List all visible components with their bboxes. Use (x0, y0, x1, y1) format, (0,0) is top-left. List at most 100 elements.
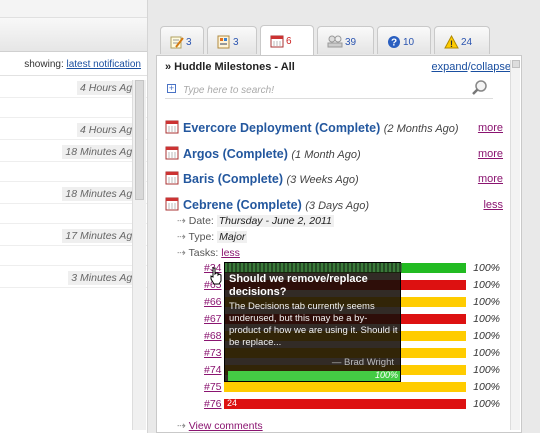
people-icon (327, 35, 343, 48)
task-link[interactable]: #66 (204, 296, 222, 308)
feed-row[interactable]: 18 Minutes Ago (0, 140, 147, 162)
panel-title: » Huddle Milestones - All (165, 61, 295, 73)
left-header (0, 18, 147, 52)
feed-row[interactable]: 3 Minutes Ago (0, 266, 147, 288)
arrow-icon: ⇢ (177, 420, 186, 432)
add-milestone-icon[interactable]: + (167, 84, 176, 93)
milestone-title[interactable]: Cebrene (Complete) (3 Days Ago) (183, 198, 369, 212)
tooltip-title: Should we remove/replace decisions? (229, 273, 368, 298)
less-link[interactable]: less (483, 199, 503, 211)
search-row: + (165, 79, 493, 99)
milestone-title[interactable]: Argos (Complete) (1 Month Ago) (183, 147, 361, 161)
feed-row[interactable]: 4 Hours Ago (0, 118, 147, 140)
panel-scroll-thumb[interactable] (512, 60, 520, 68)
milestone-ago: (2 Months Ago) (383, 123, 459, 135)
svg-text:?: ? (391, 38, 397, 49)
feed-row[interactable]: 4 Hours Ago (0, 76, 147, 98)
expand-collapse-links: expand/collapse (431, 61, 511, 73)
panel-scrollbar[interactable] (510, 60, 520, 430)
tooltip-header-strip (225, 263, 402, 272)
task-link[interactable]: #74 (204, 364, 222, 376)
task-progress-fill (224, 399, 466, 409)
task-row: #76 24 100% (204, 398, 500, 410)
feed-time: 18 Minutes Ago (62, 145, 141, 159)
task-percent: 100% (473, 381, 500, 393)
left-top-strip (0, 0, 147, 18)
view-comments-link[interactable]: View comments (189, 420, 263, 432)
tab-milestones[interactable]: 6 (260, 25, 314, 55)
milestone-item: Cebrene (Complete) (3 Days Ago) less (165, 195, 503, 215)
task-percent: 100% (473, 364, 500, 376)
milestone-name: Evercore Deployment (Complete) (183, 121, 381, 135)
tab-questions[interactable]: ? 10 (377, 26, 431, 54)
calendar-icon (270, 35, 284, 48)
task-progress-bar (224, 382, 466, 392)
question-icon: ? (388, 36, 400, 49)
task-row: #75 100% (204, 381, 500, 393)
tab-warnings[interactable]: ! 24 (434, 26, 490, 54)
feed-divider (0, 162, 147, 182)
tab-count: 10 (403, 37, 415, 48)
date-label: Date: (188, 215, 214, 227)
task-percent: 100% (473, 398, 500, 410)
task-link[interactable]: #67 (204, 313, 222, 325)
showing-label: showing: (24, 59, 64, 70)
expand-link[interactable]: expand (431, 61, 467, 73)
task-progress-bar: 24 (224, 398, 466, 409)
task-percent: 100% (473, 330, 500, 342)
feed-time: 18 Minutes Ago (62, 187, 141, 201)
feed-divider (0, 204, 147, 224)
milestone-date-row: ⇢ Date: Thursday - June 2, 2011 (177, 215, 334, 227)
collapse-link[interactable]: collapse (471, 61, 511, 73)
showing-bar: showing: latest notification (0, 52, 147, 76)
tab-count: 3 (233, 37, 239, 48)
panel-header: » Huddle Milestones - All expand/collaps… (165, 61, 511, 77)
type-value: Major (217, 231, 248, 243)
tab-people[interactable]: 39 (317, 26, 374, 54)
task-link[interactable]: #73 (204, 347, 222, 359)
feed-row[interactable]: 18 Minutes Ago (0, 182, 147, 204)
milestone-item: Baris (Complete) (3 Weeks Ago) more (165, 169, 503, 189)
tab-notes[interactable]: 3 (160, 26, 204, 54)
task-link[interactable]: #75 (204, 381, 222, 393)
files-icon (217, 35, 230, 49)
calendar-icon (165, 197, 179, 211)
milestone-item: Argos (Complete) (1 Month Ago) more (165, 144, 503, 164)
task-progress-fill (224, 382, 466, 392)
calendar-icon (165, 120, 179, 134)
search-input[interactable] (183, 82, 463, 98)
tab-files[interactable]: 3 (207, 26, 257, 54)
date-value: Thursday - June 2, 2011 (216, 215, 334, 227)
tasks-less-link[interactable]: less (221, 247, 240, 259)
left-scroll-thumb[interactable] (135, 80, 144, 200)
feed-time: 3 Minutes Ago (68, 271, 141, 285)
tooltip-progress-text: 100% (374, 370, 398, 380)
feed-time: 17 Minutes Ago (62, 229, 141, 243)
milestone-title[interactable]: Baris (Complete) (3 Weeks Ago) (183, 172, 359, 186)
more-link[interactable]: more (478, 173, 503, 185)
task-tooltip: Should we remove/replace decisions? The … (224, 262, 402, 382)
task-percent: 100% (473, 296, 500, 308)
left-scrollbar[interactable] (132, 80, 146, 430)
task-link[interactable]: #68 (204, 330, 222, 342)
feed-divider (0, 98, 147, 118)
milestone-ago: (3 Weeks Ago) (286, 174, 359, 186)
search-icon[interactable] (471, 79, 489, 97)
task-link[interactable]: #76 (204, 398, 222, 410)
latest-notification-link[interactable]: latest notification (67, 59, 142, 70)
feed-row[interactable]: 17 Minutes Ago (0, 224, 147, 246)
arrow-icon: ⇢ (177, 215, 186, 227)
more-link[interactable]: more (478, 148, 503, 160)
notes-icon (170, 36, 184, 49)
more-link[interactable]: more (478, 122, 503, 134)
arrow-icon: ⇢ (177, 231, 186, 243)
tasks-label: Tasks: (188, 247, 219, 259)
calendar-icon (165, 146, 179, 160)
tooltip-author: — Brad Wright (331, 357, 394, 368)
milestone-type-row: ⇢ Type: Major (177, 231, 248, 243)
hand-cursor-icon (210, 267, 222, 285)
task-percent: 100% (473, 279, 500, 291)
milestone-title[interactable]: Evercore Deployment (Complete) (2 Months… (183, 121, 459, 135)
tooltip-body: The Decisions tab currently seems underu… (229, 301, 398, 348)
task-percent: 100% (473, 347, 500, 359)
